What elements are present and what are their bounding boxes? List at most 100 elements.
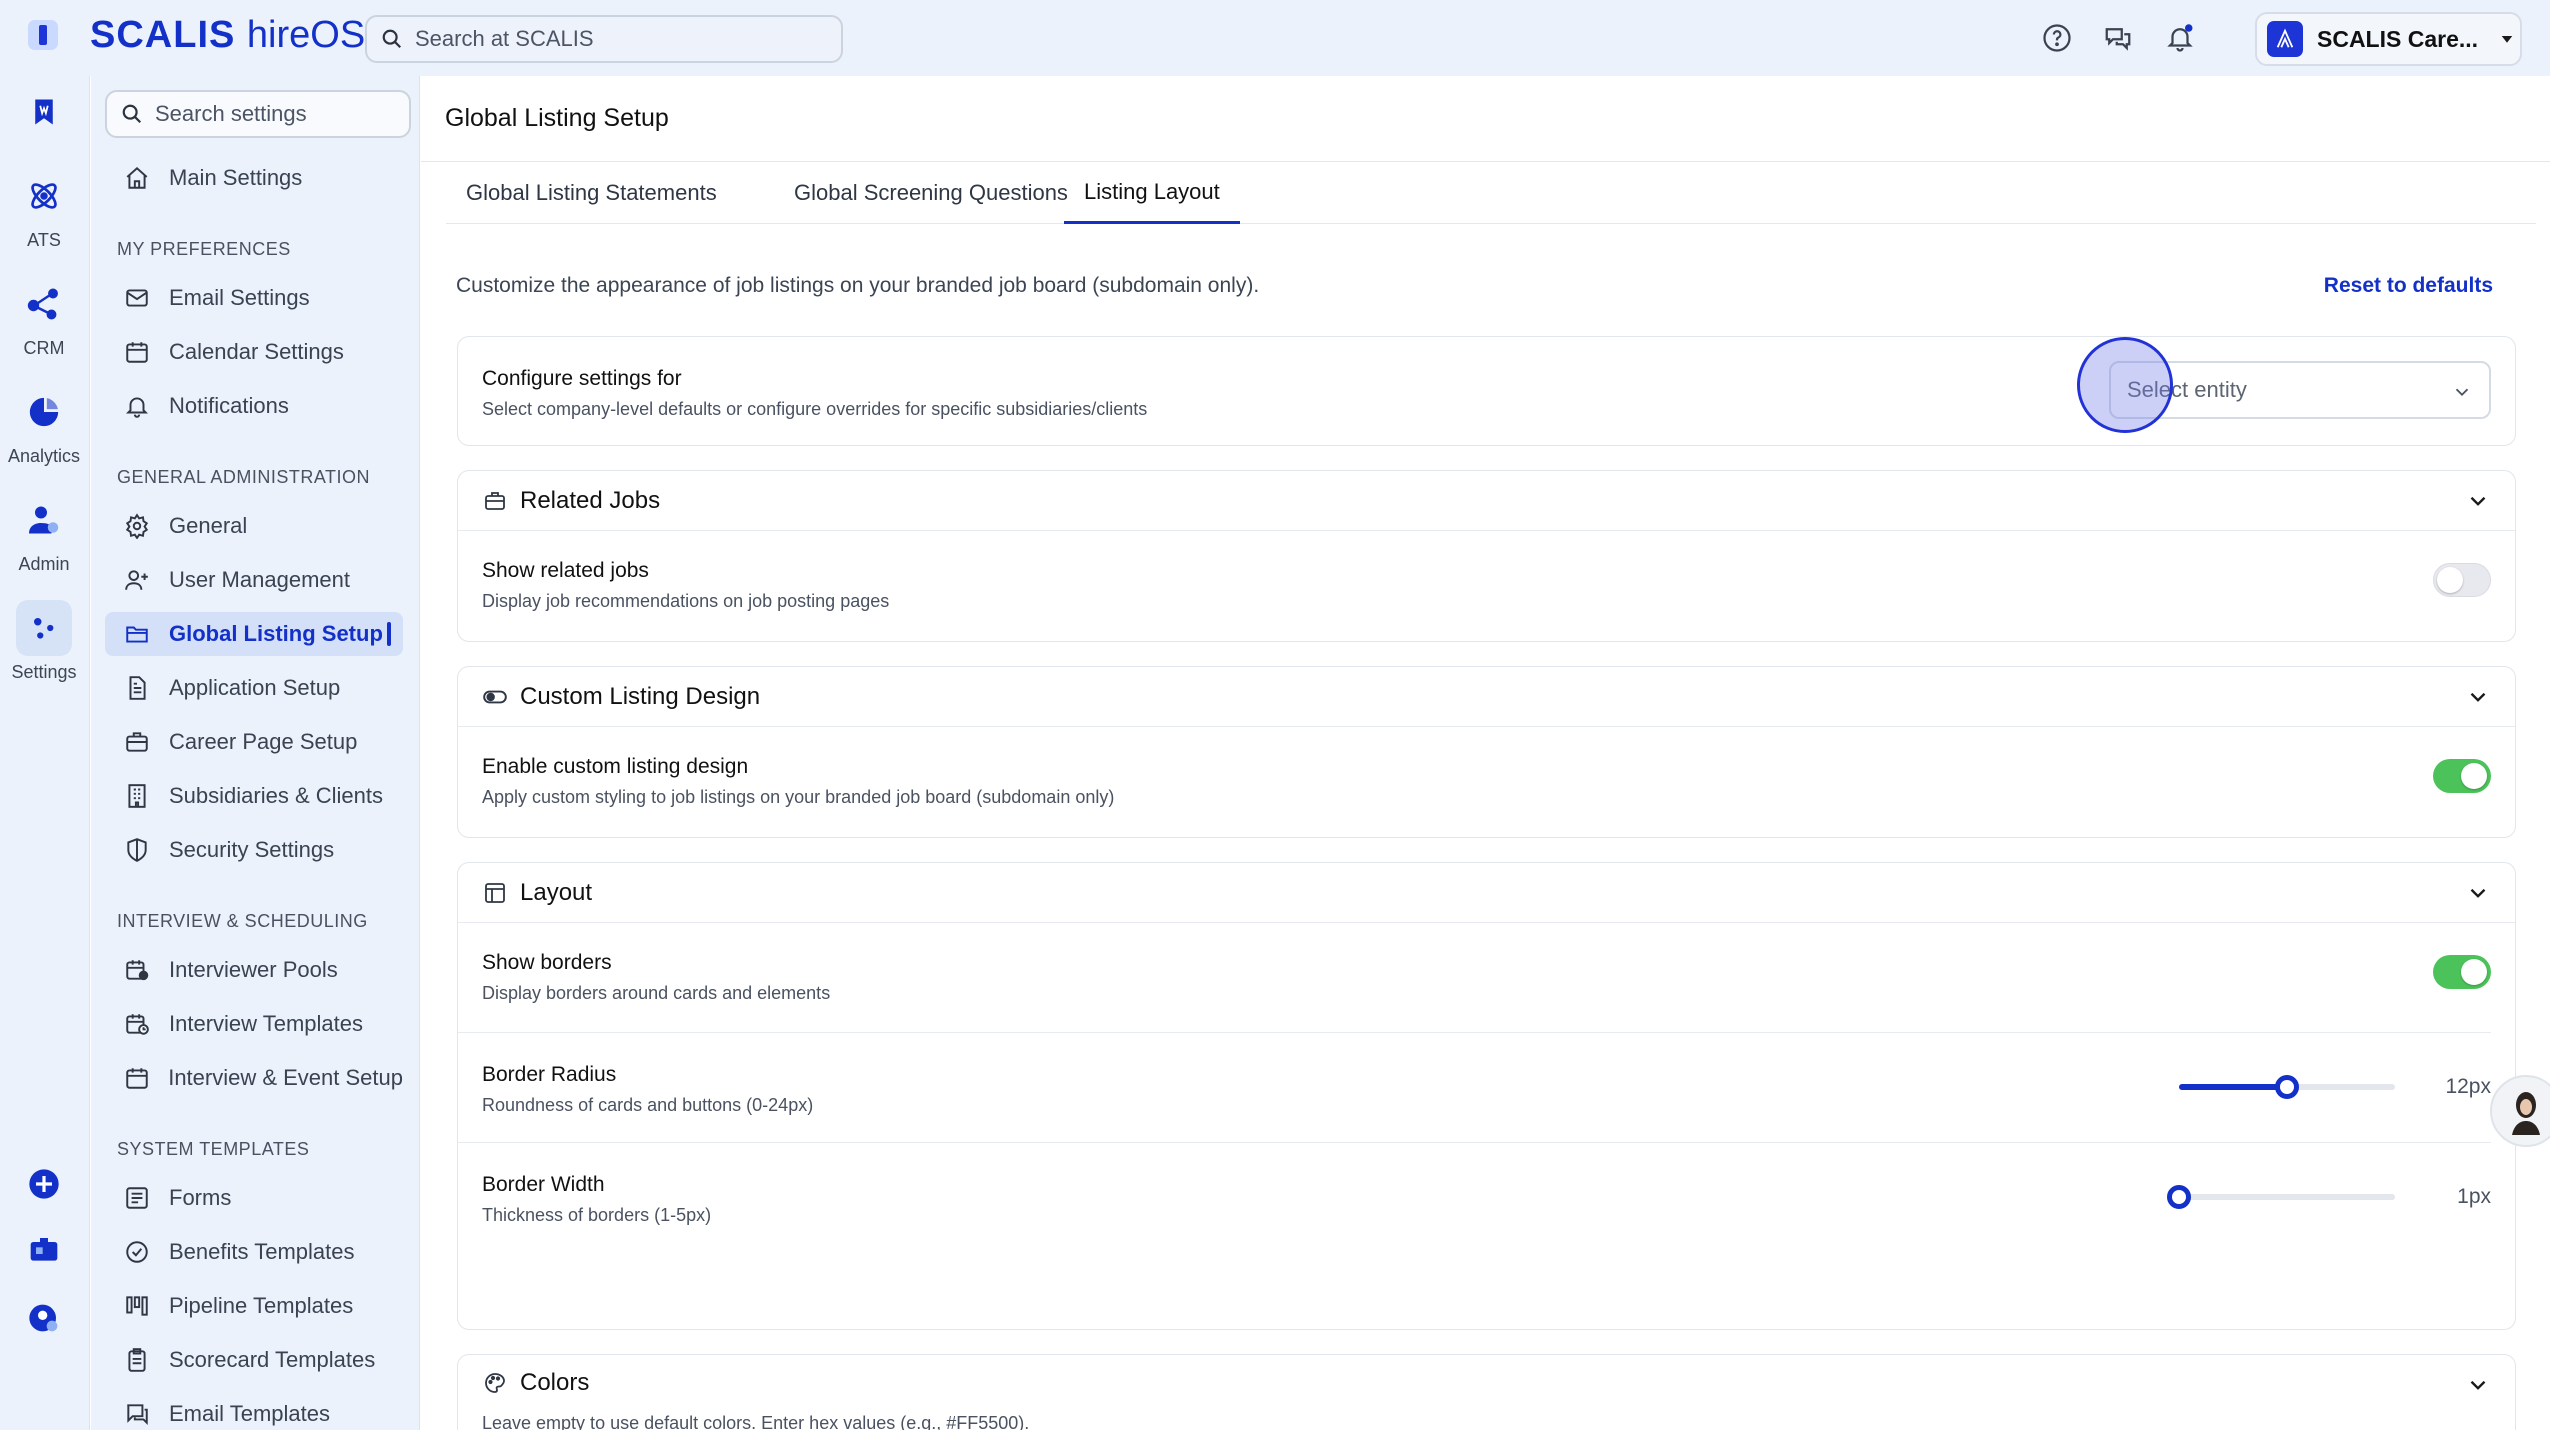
notifications-button[interactable] (2162, 20, 2198, 56)
enable-custom-design-row: Enable custom listing design Apply custo… (458, 727, 2515, 837)
sidebar-item-interview-event-setup[interactable]: Interview & Event Setup (105, 1056, 403, 1100)
colors-header[interactable]: Colors (458, 1355, 2515, 1411)
network-icon (27, 288, 58, 320)
tab-global-screening-questions[interactable]: Global Screening Questions (774, 162, 1088, 224)
tab-global-listing-statements[interactable]: Global Listing Statements (446, 162, 737, 224)
custom-listing-design-title: Custom Listing Design (520, 682, 761, 710)
rail-analytics[interactable]: Analytics (0, 384, 88, 467)
kanban-icon (123, 1292, 151, 1320)
chevron-down-icon[interactable] (2465, 488, 2491, 514)
sidebar-item-label: Security Settings (169, 837, 335, 862)
sidebar-item-interviewer-pools[interactable]: Interviewer Pools (105, 948, 403, 992)
sidebar-item-interview-templates[interactable]: Interview Templates (105, 1002, 403, 1046)
layout-header[interactable]: Layout (458, 863, 2515, 923)
sidebar-item-label: Forms (169, 1185, 232, 1210)
show-related-jobs-toggle[interactable] (2433, 563, 2491, 597)
sidebar-item-subsidiaries-clients[interactable]: Subsidiaries & Clients (105, 774, 403, 818)
user-gear-icon (29, 1304, 58, 1332)
sidebar-item-pipeline-templates[interactable]: Pipeline Templates (105, 1284, 403, 1328)
sidebar-item-global-listing-setup[interactable]: Global Listing Setup (105, 612, 403, 656)
tab-listing-layout[interactable]: Listing Layout (1064, 162, 1240, 224)
sidebar-item-email-templates[interactable]: Email Templates (105, 1392, 403, 1430)
show-borders-row: Show borders Display borders around card… (458, 923, 2491, 1033)
pie-chart-icon (29, 397, 59, 427)
rail-admin[interactable]: Admin (0, 492, 88, 575)
rail-settings[interactable]: Settings (0, 600, 88, 683)
border-radius-slider[interactable] (2179, 1075, 2395, 1099)
sidebar-item-calendar-settings[interactable]: Calendar Settings (105, 330, 403, 374)
page-header: Global Listing Setup (421, 76, 2550, 162)
sidebar-item-security-settings[interactable]: Security Settings (105, 828, 403, 872)
chevron-down-icon[interactable] (2465, 1372, 2491, 1398)
messages-button[interactable] (2100, 20, 2136, 56)
rail-ats[interactable]: ATS (0, 168, 88, 251)
sidebar-item-main-settings[interactable]: Main Settings (105, 156, 403, 200)
border-width-slider[interactable] (2167, 1185, 2395, 1209)
slider-thumb[interactable] (2275, 1075, 2299, 1099)
rail-label-settings: Settings (11, 662, 77, 682)
chevron-down-icon[interactable] (2465, 684, 2491, 710)
sidebar-item-user-management[interactable]: User Management (105, 558, 403, 602)
sidebar-item-forms[interactable]: Forms (105, 1176, 403, 1220)
sidebar-item-scorecard-templates[interactable]: Scorecard Templates (105, 1338, 403, 1382)
briefcase-icon (123, 728, 151, 756)
rail-label-analytics: Analytics (7, 446, 81, 466)
account-switcher[interactable]: SCALIS Care... (2255, 12, 2522, 66)
show-borders-description: Display borders around cards and element… (482, 983, 831, 1003)
building-icon (123, 782, 151, 810)
help-button[interactable] (2039, 20, 2075, 56)
rail-bookmarks[interactable] (0, 84, 88, 140)
sidebar-item-benefits-templates[interactable]: Benefits Templates (105, 1230, 403, 1274)
settings-dots-icon (34, 618, 54, 639)
enable-custom-design-toggle[interactable] (2433, 759, 2491, 793)
rail-profile-settings[interactable] (0, 1290, 88, 1346)
briefcase-tag-icon (30, 1238, 58, 1261)
related-jobs-card: Related Jobs Show related jobs Display j… (457, 470, 2516, 642)
bell-icon (2167, 24, 2193, 52)
sidebar-item-label: Interview Templates (169, 1011, 364, 1036)
user-plus-icon (123, 566, 151, 594)
briefcase-icon (482, 488, 508, 514)
slider-thumb[interactable] (2167, 1185, 2191, 1209)
home-icon (123, 164, 151, 192)
rail-crm[interactable]: CRM (0, 276, 88, 359)
plus-circle-icon (29, 1169, 59, 1199)
chat-icon (2105, 28, 2131, 51)
sidebar-item-application-setup[interactable]: Application Setup (105, 666, 403, 710)
sidebar-item-label: Interview & Event Setup (168, 1065, 403, 1090)
reset-to-defaults-link[interactable]: Reset to defaults (2324, 274, 2493, 298)
settings-search-input[interactable]: Search settings (105, 90, 411, 138)
document-icon (123, 674, 151, 702)
sidebar-item-label: Pipeline Templates (169, 1293, 354, 1318)
settings-sidebar: Search settings Main Settings MY PREFERE… (91, 76, 420, 1430)
sidebar-item-career-page-setup[interactable]: Career Page Setup (105, 720, 403, 764)
custom-listing-design-header[interactable]: Custom Listing Design (458, 667, 2515, 727)
app-switcher[interactable] (28, 20, 58, 50)
custom-listing-design-card: Custom Listing Design Enable custom list… (457, 666, 2516, 838)
tab-bar: Global Listing Statements Global Screeni… (446, 162, 2536, 224)
border-radius-row: Border Radius Roundness of cards and but… (458, 1033, 2491, 1143)
show-borders-toggle[interactable] (2433, 955, 2491, 989)
global-search-input[interactable]: Search at SCALIS (365, 15, 843, 63)
rail-add-button[interactable] (0, 1156, 88, 1212)
rail-job-board[interactable] (0, 1222, 88, 1278)
gear-icon (123, 512, 151, 540)
sidebar-item-email-settings[interactable]: Email Settings (105, 276, 403, 320)
sidebar-item-general[interactable]: General (105, 504, 403, 548)
main-content: Global Listing Setup Global Listing Stat… (421, 76, 2550, 1430)
layout-title: Layout (520, 878, 593, 906)
brand-logo[interactable]: SCALIS hireOS (90, 14, 365, 57)
section-interview-scheduling: INTERVIEW & SCHEDULING (117, 911, 368, 931)
sidebar-item-label: Scorecard Templates (169, 1347, 376, 1372)
colors-card: Colors Leave empty to use default colors… (457, 1354, 2516, 1430)
related-jobs-header[interactable]: Related Jobs (458, 471, 2515, 531)
show-related-jobs-row: Show related jobs Display job recommenda… (458, 531, 2515, 641)
product-name: hireOS (246, 14, 366, 56)
enable-custom-design-description: Apply custom styling to job listings on … (482, 787, 1115, 807)
border-width-value: 1px (2457, 1185, 2491, 1208)
chevron-down-icon[interactable] (2465, 880, 2491, 906)
message-template-icon (123, 1400, 151, 1428)
sidebar-item-notifications[interactable]: Notifications (105, 384, 403, 428)
show-related-jobs-title: Show related jobs (482, 559, 649, 582)
related-jobs-title: Related Jobs (520, 486, 661, 514)
